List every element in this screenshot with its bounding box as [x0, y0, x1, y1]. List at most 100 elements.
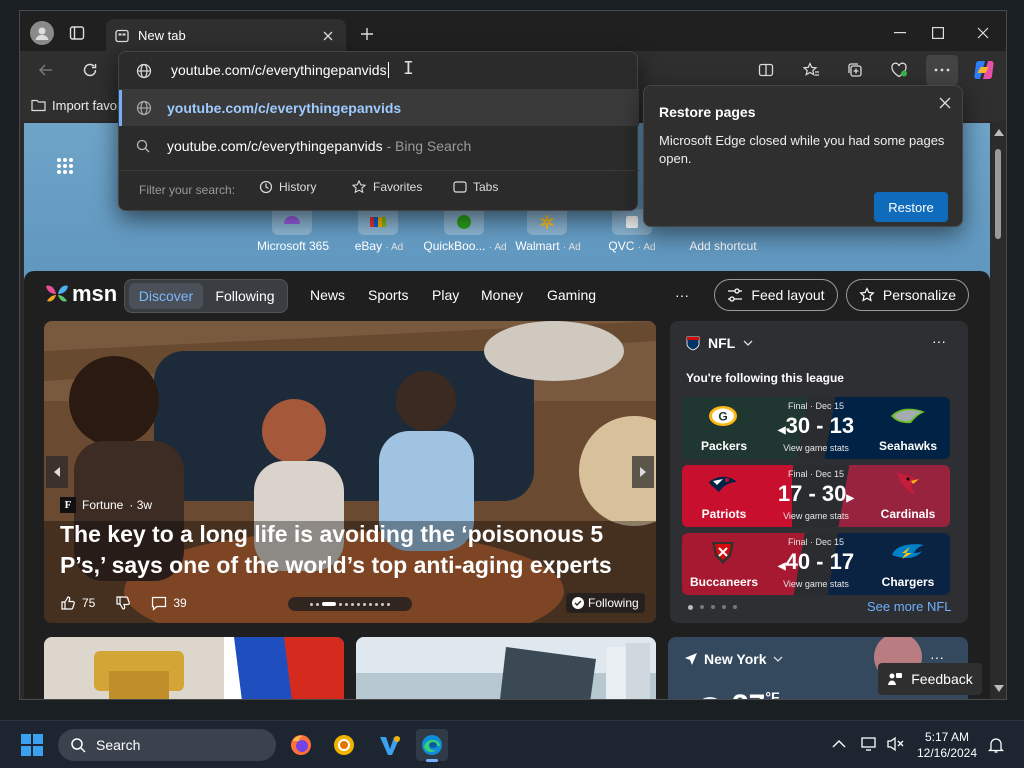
close-popup-icon[interactable]: [936, 94, 954, 112]
game-row-buccaneers-chargers[interactable]: Buccaneers Final · Dec 15 ◀40 - 17 View …: [682, 533, 950, 595]
nfl-header[interactable]: NFL: [686, 335, 753, 351]
dislike-icon[interactable]: [115, 595, 131, 611]
filter-favorites[interactable]: Favorites: [351, 180, 422, 194]
nfl-page-dots[interactable]: [688, 605, 737, 610]
notifications-bell-icon[interactable]: [986, 735, 1006, 755]
system-clock[interactable]: 5:17 AM 12/16/2024: [912, 729, 982, 761]
tab-new-tab[interactable]: New tab: [106, 19, 346, 51]
shortcut-label-quickbooks[interactable]: QuickBoo... · Ad: [416, 239, 514, 253]
feed-layout-icon: [728, 288, 743, 302]
game-row-packers-seahawks[interactable]: G Packers Final · Dec 15 ◀30 - 13 View g…: [682, 397, 950, 459]
filter-history[interactable]: History: [259, 180, 316, 194]
see-more-nfl-link[interactable]: See more NFL: [867, 599, 952, 614]
edge-taskbar-icon[interactable]: [416, 729, 448, 762]
profile-avatar[interactable]: [30, 21, 54, 45]
tab-following[interactable]: Following: [205, 283, 285, 309]
tab-discover[interactable]: Discover: [129, 283, 203, 309]
search-filter-row: Filter your search: History Favorites Ta…: [119, 170, 639, 210]
suggestion-url-row[interactable]: youtube.com/c/everythingepanvids: [119, 90, 639, 126]
nav-gaming[interactable]: Gaming: [547, 287, 596, 303]
restore-message: Microsoft Edge closed while you had some…: [659, 133, 945, 166]
page-scrollbar[interactable]: [990, 123, 1006, 699]
shortcut-ebay-icon[interactable]: [358, 209, 398, 235]
hero-next-arrow-icon[interactable]: [632, 456, 654, 488]
close-tab-icon[interactable]: [320, 28, 336, 44]
team-buccaneers: Buccaneers: [689, 575, 759, 589]
browser-essentials-icon[interactable]: [889, 60, 909, 80]
import-favorites-link[interactable]: Import favor: [52, 98, 121, 113]
svg-text:G: G: [718, 410, 727, 424]
shortcut-label-walmart[interactable]: Walmart · Ad: [507, 239, 589, 253]
hero-article-card[interactable]: F Fortune · 3w The key to a long life is…: [44, 321, 656, 623]
nav-more-button[interactable]: ···: [675, 287, 689, 303]
game-status: Final · Dec 15: [787, 469, 845, 479]
volume-muted-icon[interactable]: [886, 735, 906, 753]
view-game-stats-link[interactable]: View game stats: [772, 579, 860, 589]
suggestion-search-row[interactable]: youtube.com/c/everythingepanvids - Bing …: [119, 128, 639, 164]
following-badge[interactable]: Following: [566, 593, 645, 613]
refresh-icon[interactable]: [80, 60, 100, 80]
start-button[interactable]: [16, 729, 48, 761]
shortcut-microsoft365-icon[interactable]: [272, 209, 312, 235]
apps-grid-icon[interactable]: [54, 155, 76, 177]
shortcut-label-microsoft365[interactable]: Microsoft 365: [252, 239, 334, 253]
game-status: Final · Dec 15: [787, 401, 845, 411]
article-image-2: [356, 637, 656, 699]
settings-more-icon[interactable]: [926, 55, 958, 85]
browser-window: New tab Import favor Microsoft 365 eBay …: [19, 10, 1007, 700]
collections-icon[interactable]: [845, 60, 865, 80]
view-game-stats-link[interactable]: View game stats: [772, 511, 860, 521]
nav-sports[interactable]: Sports: [368, 287, 408, 303]
scrollbar-thumb[interactable]: [995, 149, 1001, 239]
favorites-icon[interactable]: [801, 60, 821, 80]
personalize-star-icon: [859, 287, 875, 302]
video-editor-icon[interactable]: [374, 729, 406, 761]
article-card-2[interactable]: [356, 637, 656, 699]
new-tab-plus-icon[interactable]: [358, 25, 376, 43]
restore-button[interactable]: Restore: [874, 192, 948, 222]
address-bar[interactable]: youtube.com/c/everythingepanvids I: [119, 52, 639, 90]
taskbar-search-box[interactable]: Search: [58, 729, 276, 761]
nav-play[interactable]: Play: [432, 287, 459, 303]
shortcut-walmart-icon[interactable]: [527, 209, 567, 235]
maximize-icon[interactable]: [928, 23, 948, 43]
buccaneers-logo-icon: [708, 537, 738, 567]
clock-date: 12/16/2024: [916, 746, 978, 760]
scroll-up-arrow-icon[interactable]: [994, 129, 1004, 136]
feedback-button[interactable]: Feedback: [878, 663, 982, 695]
back-icon[interactable]: [36, 60, 56, 80]
split-screen-icon[interactable]: [756, 60, 776, 80]
filter-tabs[interactable]: Tabs: [453, 180, 498, 194]
carousel-dots[interactable]: [288, 597, 412, 611]
add-shortcut-button[interactable]: Add shortcut: [678, 239, 768, 253]
close-window-icon[interactable]: [973, 23, 993, 43]
shortcut-quickbooks-icon[interactable]: [444, 209, 484, 235]
hero-prev-arrow-icon[interactable]: [46, 456, 68, 488]
address-input[interactable]: youtube.com/c/everythingepanvids: [171, 62, 389, 78]
chrome-canary-icon[interactable]: [328, 729, 360, 761]
shortcut-label-qvc[interactable]: QVC · Ad: [598, 239, 666, 253]
nfl-more-options[interactable]: ···: [932, 333, 946, 349]
minimize-icon[interactable]: [890, 23, 910, 43]
article-card-1[interactable]: [44, 637, 344, 699]
weather-location[interactable]: New York: [684, 651, 783, 667]
comment-icon[interactable]: [151, 595, 167, 611]
tab-actions-icon[interactable]: [68, 24, 86, 42]
view-game-stats-link[interactable]: View game stats: [772, 443, 860, 453]
feed-layout-button[interactable]: Feed layout: [714, 279, 838, 311]
network-icon[interactable]: [860, 735, 880, 753]
game-row-patriots-cardinals[interactable]: Patriots Final · Dec 15 17 - 30▶ View ga…: [682, 465, 950, 527]
firefox-icon[interactable]: [285, 729, 317, 761]
personalize-button[interactable]: Personalize: [846, 279, 969, 311]
shortcut-label-ebay[interactable]: eBay · Ad: [342, 239, 416, 253]
scroll-down-arrow-icon[interactable]: [994, 685, 1004, 692]
like-icon[interactable]: [60, 595, 76, 611]
hero-headline[interactable]: The key to a long life is avoiding the ‘…: [60, 519, 620, 581]
nav-news[interactable]: News: [310, 287, 345, 303]
copilot-icon[interactable]: [971, 58, 997, 82]
windows-logo-icon: [21, 734, 43, 756]
show-hidden-icons-chevron-icon[interactable]: [830, 735, 848, 753]
msn-logo[interactable]: msn: [44, 279, 117, 309]
nav-money[interactable]: Money: [481, 287, 523, 303]
team-seahawks: Seahawks: [878, 439, 938, 453]
